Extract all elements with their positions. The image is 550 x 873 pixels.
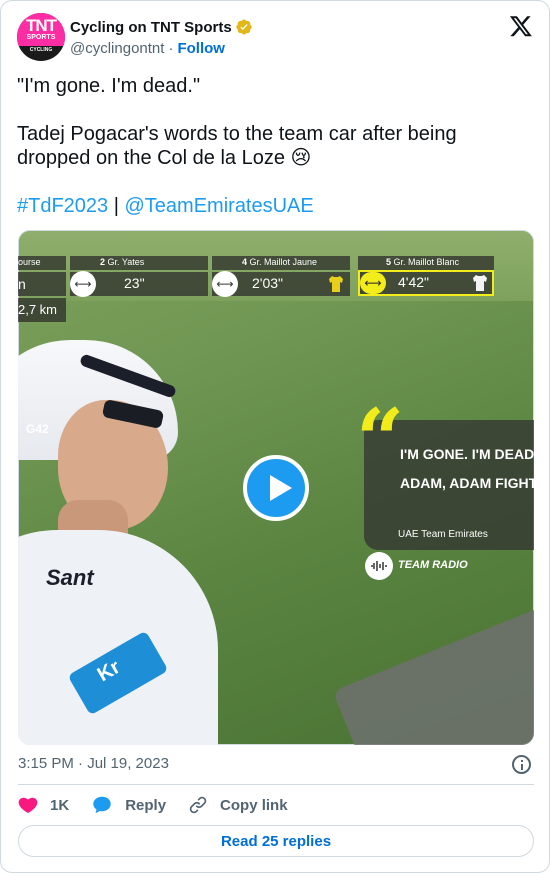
tweet-body-line: Tadej Pogacar's words to the team car af… bbox=[17, 123, 457, 169]
distance-value: 2,7 km bbox=[18, 302, 58, 317]
tweet-card: TNT SPORTS CYCLING Cycling on TNT Sports… bbox=[0, 0, 550, 873]
tweet-timestamp[interactable]: 3:15 PM · Jul 19, 2023 bbox=[18, 755, 169, 772]
copy-link-label: Copy link bbox=[220, 796, 288, 814]
group-yellow-header: 4 Gr. Maillot Jaune bbox=[212, 256, 350, 270]
author-handle-row: @cyclingontnt · Follow bbox=[70, 40, 225, 57]
avatar-logo-subtext: SPORTS bbox=[26, 34, 56, 41]
author-handle[interactable]: @cyclingontnt bbox=[70, 40, 164, 57]
mention-link[interactable]: @TeamEmiratesUAE bbox=[125, 195, 314, 217]
play-button[interactable] bbox=[243, 455, 309, 521]
quote-team: UAE Team Emirates bbox=[398, 529, 488, 540]
group-yates-gap: 23" bbox=[124, 275, 145, 291]
group-white-label: 5 Gr. Maillot Blanc bbox=[386, 257, 460, 267]
separator-dot: · bbox=[168, 40, 174, 57]
group-white-gap: 4'42" bbox=[398, 274, 430, 290]
group-yellow-label: 4 Gr. Maillot Jaune bbox=[242, 257, 318, 267]
tweet-tags-line: #TdF2023 | @TeamEmiratesUAE bbox=[17, 194, 517, 218]
avatar-logo-caption: CYCLING bbox=[29, 47, 53, 53]
distance-box: 2,7 km bbox=[18, 298, 66, 322]
helmet-logo-text: G42 bbox=[26, 422, 49, 436]
link-icon bbox=[189, 796, 207, 814]
course-value: n bbox=[18, 276, 26, 292]
x-logo-icon[interactable] bbox=[509, 14, 533, 38]
quote-line-1: I'M GONE. I'M DEAD bbox=[400, 446, 534, 462]
tweet-quote-line: "I'm gone. I'm dead." bbox=[17, 75, 201, 97]
group-yates-label: 2 Gr. Yates bbox=[100, 257, 145, 267]
white-jersey-icon bbox=[473, 275, 487, 291]
group-yates-gap-box: ⟷ 23" bbox=[70, 271, 208, 297]
gap-arrows-icon: ⟷ bbox=[212, 271, 238, 297]
rider-jersey bbox=[18, 530, 218, 745]
action-bar: 1K Reply Copy link bbox=[18, 793, 310, 817]
tweet-text: "I'm gone. I'm dead." Tadej Pogacar's wo… bbox=[17, 74, 517, 218]
verified-badge-icon bbox=[235, 19, 252, 35]
read-replies-button[interactable]: Read 25 replies bbox=[18, 825, 534, 857]
divider bbox=[18, 784, 534, 785]
quote-line-2: ADAM, ADAM FIGHT bbox=[400, 475, 534, 491]
heart-icon bbox=[18, 797, 38, 813]
like-count: 1K bbox=[50, 796, 70, 814]
reply-button[interactable]: Reply bbox=[91, 794, 166, 816]
team-radio-label: TEAM RADIO bbox=[398, 559, 468, 571]
gap-arrows-icon: ⟷ bbox=[360, 272, 386, 294]
course-label-box: ourse bbox=[18, 256, 66, 270]
avatar-logo-text: TNT bbox=[25, 16, 57, 35]
jersey-logo-text: Sant bbox=[46, 565, 94, 590]
course-value-box: n bbox=[18, 272, 66, 296]
avatar[interactable]: TNT SPORTS CYCLING bbox=[17, 13, 65, 61]
tweet-header: TNT SPORTS CYCLING Cycling on TNT Sports… bbox=[17, 13, 533, 63]
pipe-separator: | bbox=[113, 195, 119, 217]
author-display-name[interactable]: Cycling on TNT Sports bbox=[70, 19, 232, 36]
group-yates-header: 2 Gr. Yates bbox=[70, 256, 208, 270]
team-radio-icon bbox=[365, 552, 393, 580]
reply-bubble-icon bbox=[93, 796, 111, 814]
gap-arrows-icon: ⟷ bbox=[70, 271, 96, 297]
like-button[interactable]: 1K bbox=[18, 795, 69, 815]
author-name-row: Cycling on TNT Sports bbox=[70, 17, 253, 37]
road-shape bbox=[332, 578, 534, 745]
hashtag-link[interactable]: #TdF2023 bbox=[17, 195, 108, 217]
yellow-jersey-icon bbox=[329, 276, 343, 292]
group-yellow-gap: 2'03" bbox=[252, 275, 284, 291]
copy-link-button[interactable]: Copy link bbox=[188, 795, 288, 815]
reply-label: Reply bbox=[125, 796, 167, 814]
follow-button[interactable]: Follow bbox=[177, 40, 225, 57]
quote-mark-icon: “ bbox=[356, 390, 405, 489]
group-white-gap-box: ⟷ 4'42" bbox=[358, 270, 494, 296]
group-white-header: 5 Gr. Maillot Blanc bbox=[358, 256, 494, 270]
info-icon[interactable] bbox=[512, 755, 531, 774]
course-label: ourse bbox=[18, 257, 41, 267]
group-yellow-gap-box: ⟷ 2'03" bbox=[212, 271, 350, 297]
